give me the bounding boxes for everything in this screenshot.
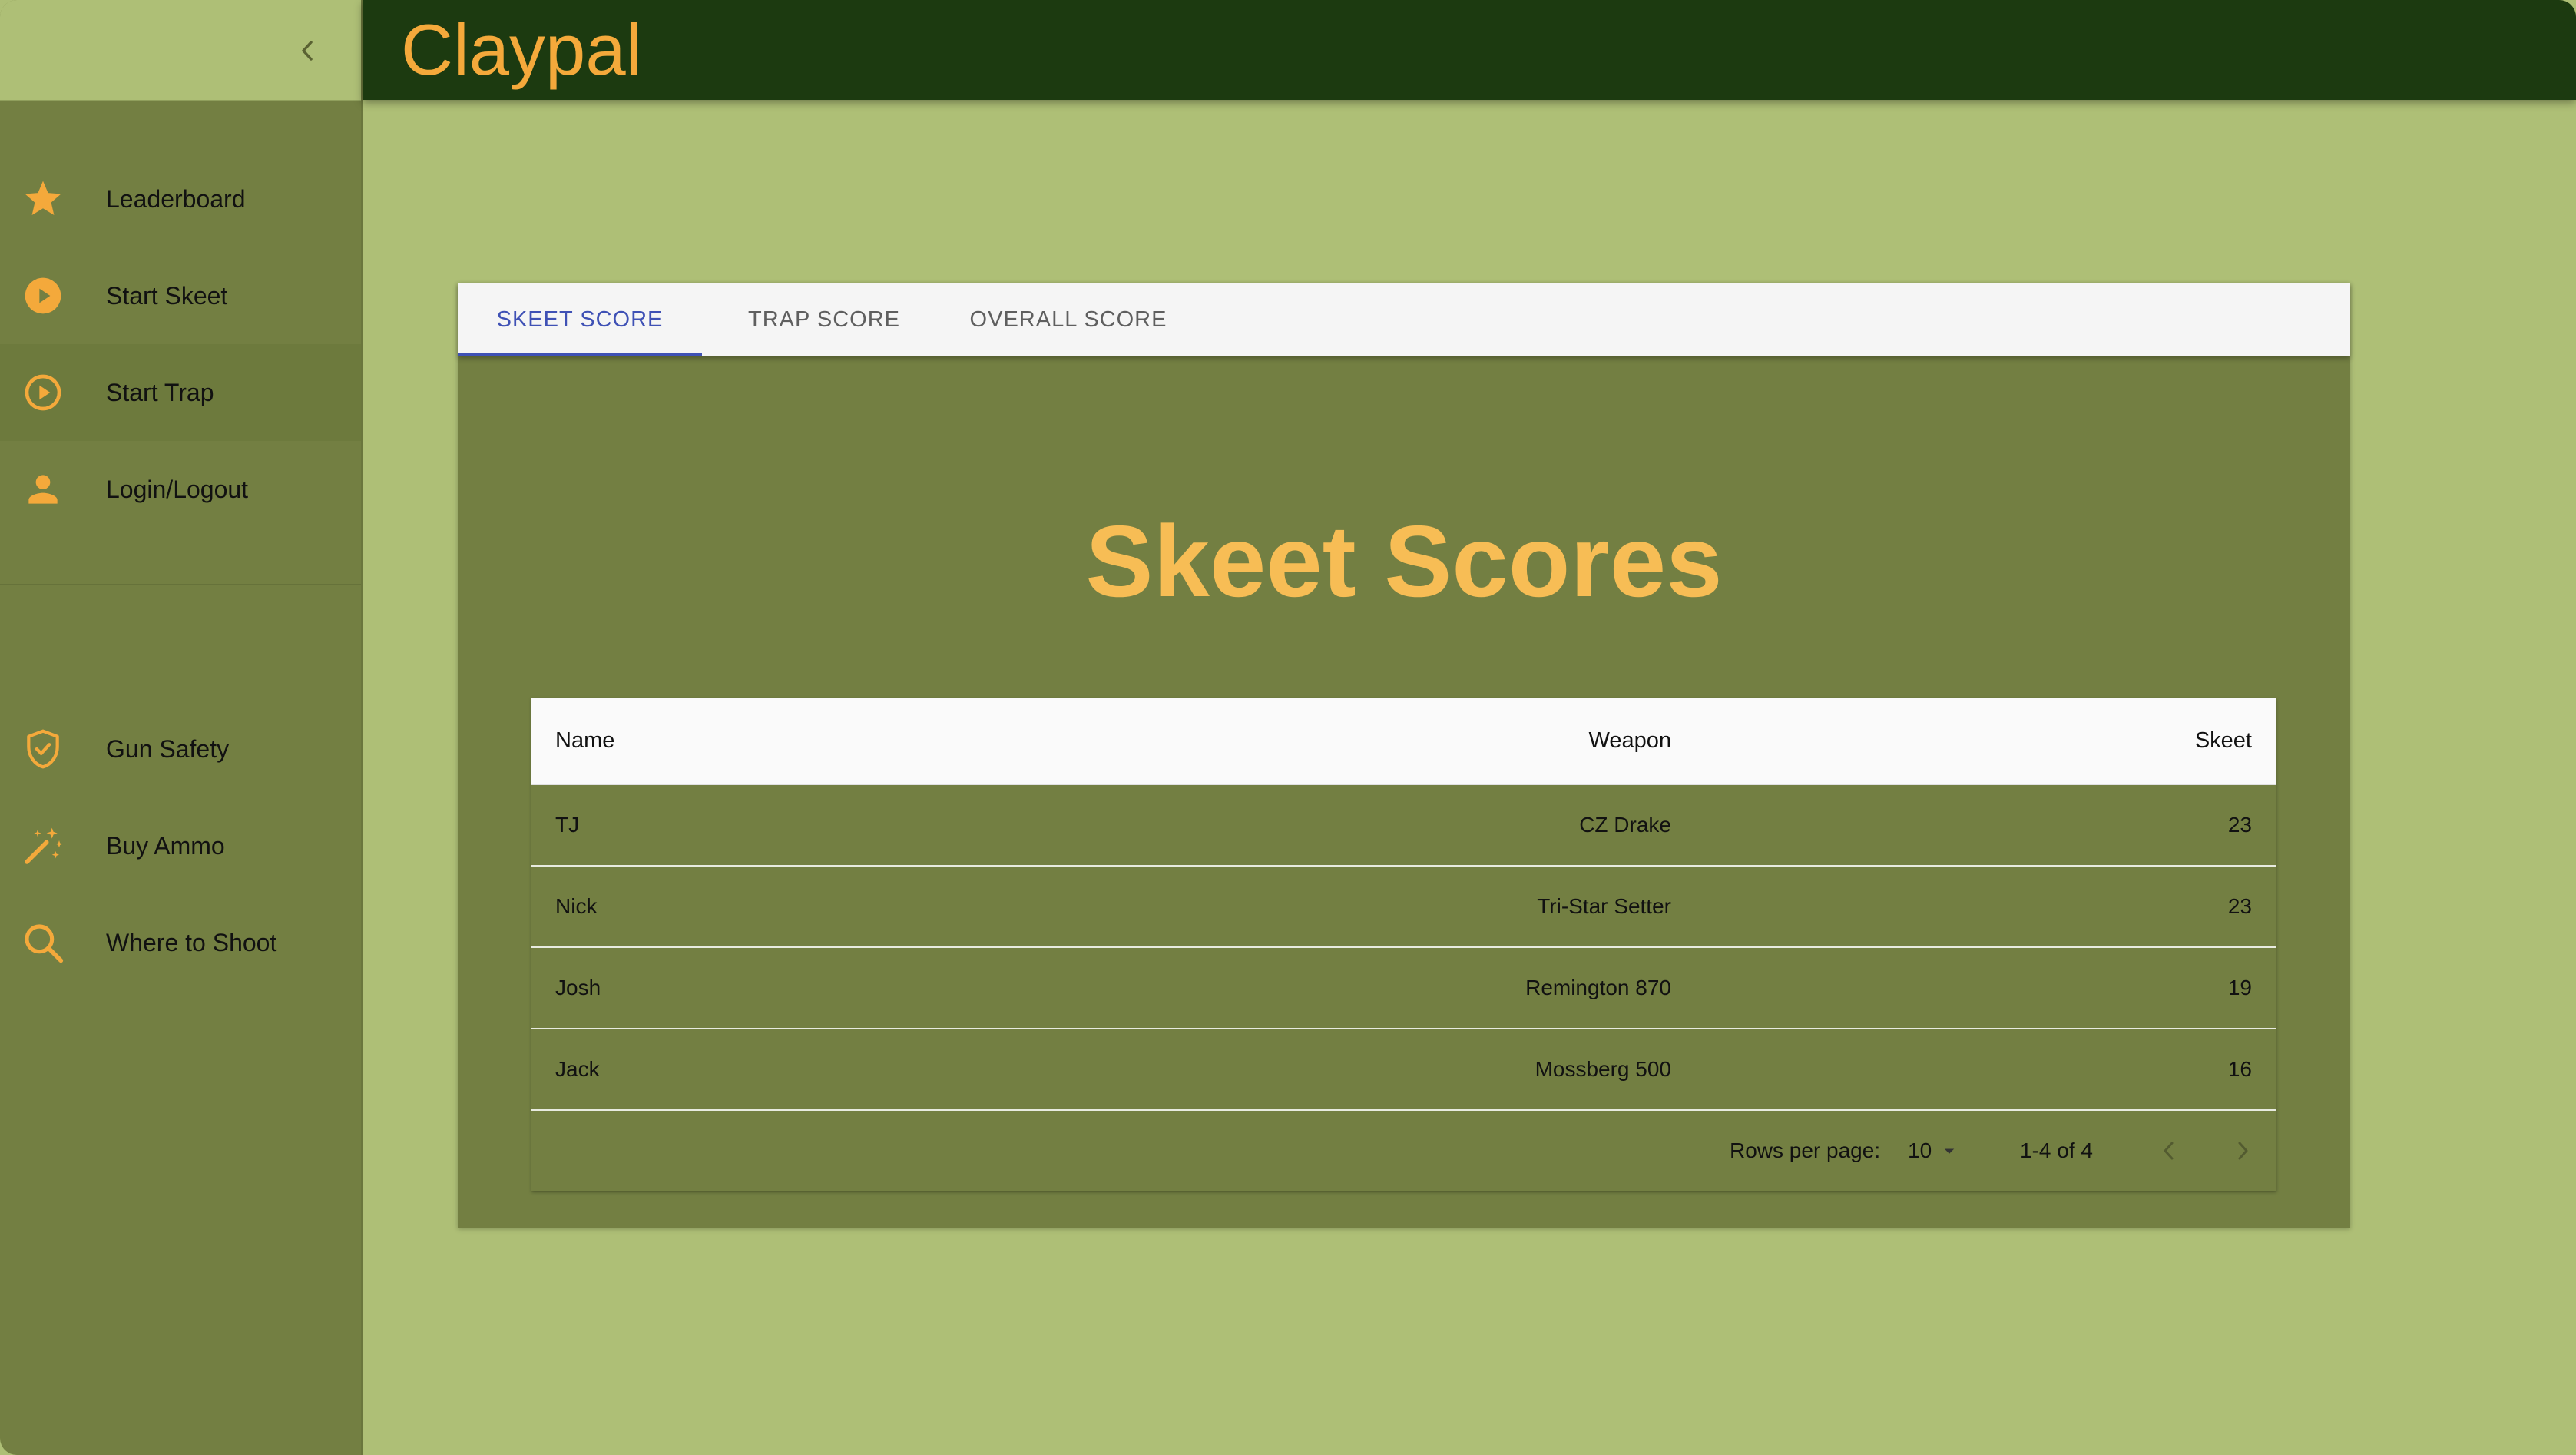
column-header-weapon[interactable]: Weapon [1589,728,1672,754]
cell-weapon: Tri-Star Setter [1537,894,1671,918]
sidebar-header [0,0,361,101]
app-window: Leaderboard Start Skeet Start Trap Login… [0,0,2576,1455]
sidebar-item-label: Gun Safety [106,734,230,763]
chevron-right-icon [2238,1142,2248,1160]
table-row: Nick Tri-Star Setter 23 [531,867,2276,948]
scores-card: SKEET SCORE TRAP SCORE OVERALL SCORE Ske… [458,283,2350,1228]
rows-per-page-value: 10 [1908,1138,1932,1162]
sidebar-item-start-trap[interactable]: Start Trap [0,344,361,441]
chevron-left-icon [302,41,313,61]
scores-table: Name Weapon Skeet TJ CZ Drake 23 Nick Tr… [531,698,2276,1191]
sidebar-item-label: Start Trap [106,378,214,406]
cell-skeet: 23 [2227,813,2252,837]
cell-weapon: CZ Drake [1579,813,1671,837]
sidebar-item-login-logout[interactable]: Login/Logout [0,441,361,538]
table-pagination: Rows per page: 10 1-4 of 4 [531,1111,2276,1191]
tab-label: TRAP SCORE [747,307,900,332]
active-tab-indicator [458,353,702,356]
tab-overall-score[interactable]: OVERALL SCORE [946,283,1190,356]
tab-label: OVERALL SCORE [969,307,1167,332]
sidebar-item-start-skeet[interactable]: Start Skeet [0,247,361,344]
collapse-sidebar-button[interactable] [290,34,324,68]
next-page-button[interactable] [2224,1132,2261,1169]
cell-name: Josh [555,976,601,999]
pagination-range: 1-4 of 4 [2020,1138,2093,1162]
sidebar-item-label: Leaderboard [106,184,246,213]
table-row: Jack Mossberg 500 16 [531,1029,2276,1111]
cell-name: Nick [555,894,598,918]
dropdown-arrow-icon [1944,1148,1955,1154]
cell-name: TJ [555,813,580,837]
cell-weapon: Mossberg 500 [1535,1057,1671,1081]
cell-name: Jack [555,1057,600,1081]
cell-skeet: 19 [2227,976,2252,999]
score-tabs: SKEET SCORE TRAP SCORE OVERALL SCORE [458,283,2350,356]
tab-trap-score[interactable]: TRAP SCORE [702,283,946,356]
sidebar-item-gun-safety[interactable]: Gun Safety [0,701,361,797]
app-title: Claypal [401,9,642,90]
table-row: TJ CZ Drake 23 [531,785,2276,867]
person-icon [22,468,65,511]
column-header-skeet[interactable]: Skeet [2195,728,2252,754]
previous-page-button[interactable] [2151,1132,2187,1169]
star-icon [22,177,65,220]
sidebar-item-label: Start Skeet [106,281,228,310]
search-icon [22,921,65,964]
tab-label: SKEET SCORE [496,307,664,332]
sidebar: Leaderboard Start Skeet Start Trap Login… [0,0,363,1455]
magic-wand-icon [22,824,65,867]
table-header: Name Weapon Skeet [531,698,2276,785]
sidebar-item-buy-ammo[interactable]: Buy Ammo [0,797,361,894]
cell-skeet: 16 [2227,1057,2252,1081]
app-bar: Claypal [363,0,2576,100]
table-row: Josh Remington 870 19 [531,948,2276,1029]
cell-weapon: Remington 870 [1525,976,1671,999]
sidebar-item-where-to-shoot[interactable]: Where to Shoot [0,894,361,991]
shield-check-icon [22,728,65,771]
sidebar-divider [0,584,361,585]
play-circle-filled-icon [22,274,65,317]
sidebar-item-leaderboard[interactable]: Leaderboard [0,151,361,247]
column-header-name[interactable]: Name [555,728,614,754]
sidebar-item-label: Where to Shoot [106,928,277,956]
page-title: Skeet Scores [1085,505,1723,618]
rows-per-page-label: Rows per page: [1730,1138,1881,1162]
tab-skeet-score[interactable]: SKEET SCORE [458,283,702,356]
chevron-left-icon [2164,1142,2174,1160]
rows-per-page-select[interactable]: 10 [1908,1134,1961,1168]
sidebar-item-label: Buy Ammo [106,831,225,860]
play-circle-outline-icon [22,371,65,414]
cell-skeet: 23 [2227,894,2252,918]
sidebar-item-label: Login/Logout [106,475,249,503]
